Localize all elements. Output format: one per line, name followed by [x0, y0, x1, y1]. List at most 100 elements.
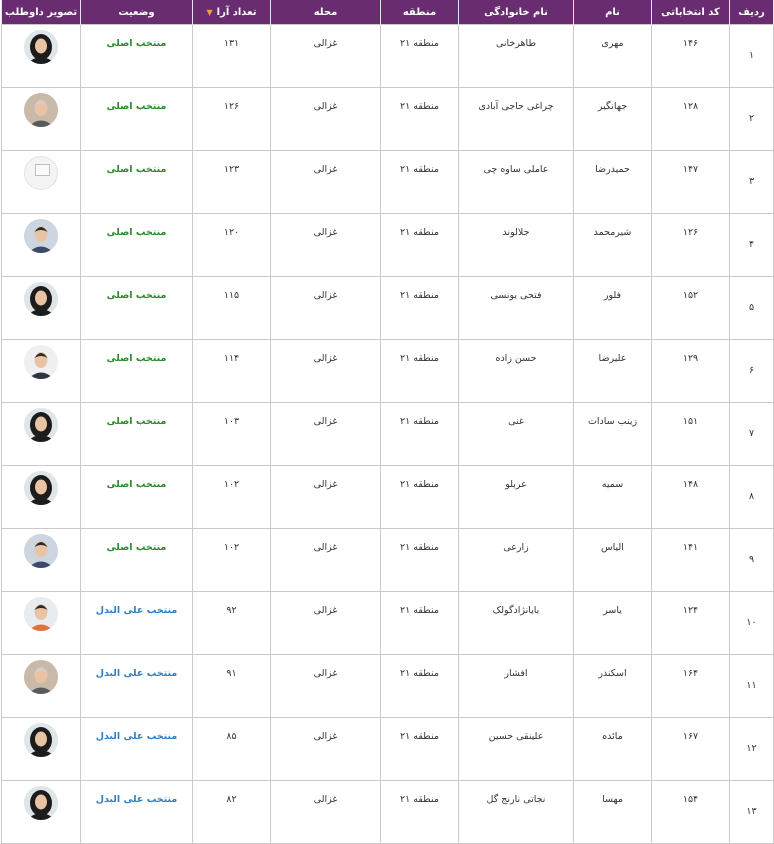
cell-code: ۱۵۲ [651, 276, 730, 340]
status-label: منتخب اصلی [106, 542, 167, 553]
cell-photo [1, 339, 81, 403]
cell-radif: ۷ [729, 402, 774, 466]
candidate-photo-woman-hijab-avatar[interactable] [24, 723, 58, 757]
cell-mahalle: غزالی [270, 717, 381, 781]
mahalle-text: غزالی [313, 290, 338, 301]
cell-mahalle: غزالی [270, 654, 381, 718]
candidate-photo-woman-scarf-avatar[interactable] [24, 408, 58, 442]
cell-name: زینب سادات [573, 402, 652, 466]
header-family[interactable]: نام خانوادگی [458, 0, 574, 25]
cell-status: منتخب اصلی [80, 339, 193, 403]
candidate-photo-woman-hijab-avatar[interactable] [24, 30, 58, 64]
cell-family: فتحی یونسی [458, 276, 574, 340]
code-text: ۱۵۴ [682, 794, 699, 805]
code-text: ۱۶۷ [682, 731, 699, 742]
name-text: مهسا [602, 794, 623, 805]
status-label: منتخب علی البدل [95, 605, 178, 616]
header-mahalle[interactable]: محله [270, 0, 381, 25]
cell-votes: ۱۰۳ [192, 402, 271, 466]
radif-text: ۱۲ [746, 743, 757, 754]
code-text: ۱۲۶ [682, 227, 699, 238]
no-photo-placeholder-icon[interactable] [24, 156, 58, 190]
table-row: ۱۱ ۱۶۴ اسکندر افشار منطقه ۲۱ غزالی ۹۱ منتخب علی… [1, 654, 774, 718]
name-text: زینب سادات [587, 416, 638, 427]
votes-text: ۸۲ [226, 794, 237, 805]
cell-code: ۱۲۸ [651, 87, 730, 151]
name-text: فلور [603, 290, 622, 301]
cell-status: منتخب اصلی [80, 213, 193, 277]
mahalle-text: غزالی [313, 164, 338, 175]
cell-code: ۱۵۴ [651, 780, 730, 844]
code-text: ۱۴۱ [682, 542, 699, 553]
cell-photo [1, 402, 81, 466]
header-region[interactable]: منطقه [380, 0, 459, 25]
family-text: زارعی [503, 542, 529, 553]
status-label: منتخب اصلی [106, 101, 167, 112]
cell-family: طاهرخانی [458, 24, 574, 88]
code-text: ۱۴۷ [682, 164, 699, 175]
candidate-photo-woman-hijab-avatar[interactable] [24, 282, 58, 316]
votes-text: ۱۱۵ [223, 290, 240, 301]
candidate-photo-man-orange-avatar[interactable] [24, 597, 58, 631]
code-text: ۱۴۶ [682, 38, 699, 49]
cell-region: منطقه ۲۱ [380, 780, 459, 844]
candidate-photo-older-man-avatar[interactable] [24, 660, 58, 694]
cell-votes: ۸۵ [192, 717, 271, 781]
cell-photo [1, 150, 81, 214]
cell-mahalle: غزالی [270, 150, 381, 214]
votes-text: ۱۰۲ [223, 479, 240, 490]
votes-text: ۹۲ [226, 605, 237, 616]
mahalle-text: غزالی [313, 668, 338, 679]
candidate-photo-woman-chador-avatar[interactable] [24, 471, 58, 505]
radif-text: ۲ [748, 113, 755, 124]
cell-photo [1, 780, 81, 844]
cell-mahalle: غزالی [270, 87, 381, 151]
candidate-photo-man-avatar[interactable] [24, 534, 58, 568]
table-row: ۱ ۱۴۶ مهری طاهرخانی منطقه ۲۱ غزالی ۱۳۱ منتخب اص… [1, 24, 774, 88]
family-text: فتحی یونسی [490, 290, 542, 301]
region-text: منطقه ۲۱ [400, 668, 439, 679]
header-name[interactable]: نام [573, 0, 652, 25]
header-radif[interactable]: ردیف [729, 0, 774, 25]
header-code[interactable]: کد انتخاباتی [651, 0, 730, 25]
name-text: الیاس [601, 542, 624, 553]
radif-text: ۸ [748, 491, 755, 502]
cell-photo [1, 213, 81, 277]
votes-text: ۱۲۶ [223, 101, 240, 112]
header-status[interactable]: وضعیت [80, 0, 193, 25]
candidate-photo-woman-chador-avatar[interactable] [24, 786, 58, 820]
cell-code: ۱۲۹ [651, 339, 730, 403]
family-text: طاهرخانی [495, 38, 537, 49]
cell-name: الیاس [573, 528, 652, 592]
cell-region: منطقه ۲۱ [380, 465, 459, 529]
candidate-photo-man-suit-avatar[interactable] [24, 345, 58, 379]
candidate-photo-man-avatar[interactable] [24, 219, 58, 253]
header-photo[interactable]: تصویر داوطلب [1, 0, 81, 25]
cell-name: مهسا [573, 780, 652, 844]
header-votes[interactable]: تعداد آرا▼ [192, 0, 271, 25]
cell-family: علینقی حسین [458, 717, 574, 781]
cell-code: ۱۵۱ [651, 402, 730, 466]
sort-down-arrow-icon[interactable]: ▼ [207, 8, 213, 17]
cell-photo [1, 654, 81, 718]
cell-votes: ۱۲۰ [192, 213, 271, 277]
table-row: ۷ ۱۵۱ زینب سادات غنی منطقه ۲۱ غزالی ۱۰۳ منتخب ا… [1, 402, 774, 466]
cell-radif: ۱۰ [729, 591, 774, 655]
cell-name: مائده [573, 717, 652, 781]
radif-text: ۱ [748, 50, 755, 61]
cell-photo [1, 528, 81, 592]
name-text: سمیه [601, 479, 624, 490]
cell-radif: ۱۲ [729, 717, 774, 781]
region-text: منطقه ۲۱ [400, 416, 439, 427]
candidate-photo-elderly-man-avatar[interactable] [24, 93, 58, 127]
cell-region: منطقه ۲۱ [380, 150, 459, 214]
table-row: ۱۰ ۱۲۴ یاسر بایانژادگولک منطقه ۲۱ غزالی ۹۲ منتخ… [1, 591, 774, 655]
cell-status: منتخب اصلی [80, 276, 193, 340]
status-label: منتخب اصلی [106, 227, 167, 238]
radif-text: ۳ [748, 176, 755, 187]
cell-status: منتخب اصلی [80, 150, 193, 214]
region-text: منطقه ۲۱ [400, 353, 439, 364]
radif-text: ۱۳ [746, 806, 757, 817]
name-text: یاسر [603, 605, 622, 616]
cell-name: علیرضا [573, 339, 652, 403]
